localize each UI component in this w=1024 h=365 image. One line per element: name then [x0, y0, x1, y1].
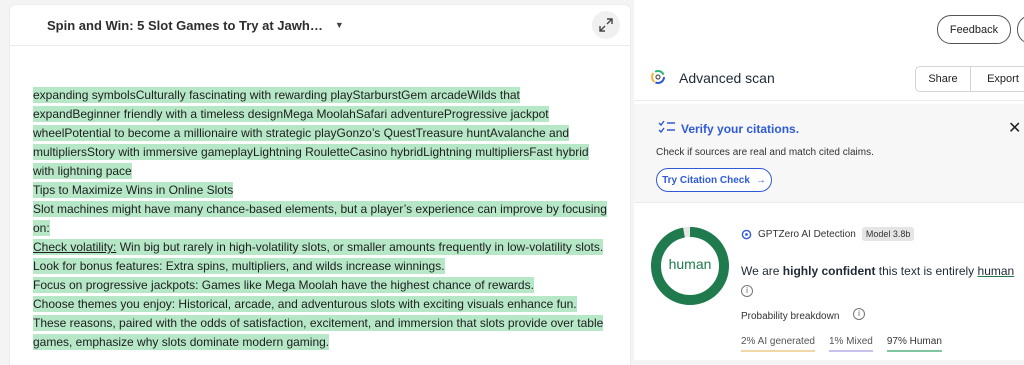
ai-probability: 2% AI generated: [741, 336, 815, 352]
scan-logo-icon: [651, 70, 665, 84]
detector-row: GPTZero AI Detection Model 3.8b: [741, 227, 915, 241]
paragraph-3: Slot machines might have many chance-bas…: [33, 200, 608, 238]
paragraph-2: Tips to Maximize Wins in Online Slots: [33, 181, 608, 200]
document-body: expanding symbolsCulturally fascinating …: [33, 86, 608, 352]
scan-title: Advanced scan: [679, 70, 775, 86]
paragraph-6: Focus on progressive jackpots: Games lik…: [33, 276, 608, 295]
document-panel: Spin and Win: 5 Slot Games to Try at Jaw…: [10, 5, 630, 365]
highlighted-lead-link[interactable]: Check volatility:: [33, 240, 116, 254]
share-export-group: Share Export: [915, 66, 1024, 92]
highlighted-text: Look for bonus features: Extra spins, mu…: [33, 258, 445, 274]
confidence-mid: this text is entirely: [875, 264, 978, 278]
expand-button[interactable]: [592, 11, 620, 39]
human-probability: 97% Human: [886, 336, 942, 352]
export-button[interactable]: Export: [971, 67, 1024, 91]
highlighted-text: Win big but rarely in high-volatility sl…: [116, 240, 604, 254]
close-icon[interactable]: ✕: [1008, 118, 1021, 138]
arrow-right-icon: →: [755, 174, 766, 186]
citation-description: Check if sources are real and match cite…: [656, 147, 874, 158]
paragraph-4: Check volatility: Win big but rarely in …: [33, 238, 608, 257]
try-citation-check-button[interactable]: Try Citation Check →: [656, 168, 772, 192]
citation-button-label: Try Citation Check: [662, 174, 750, 186]
confidence-prefix: We are: [741, 264, 783, 278]
gptzero-logo-icon: [741, 229, 752, 239]
model-badge: Model 3.8b: [861, 227, 915, 241]
highlighted-text: Focus on progressive jackpots: Games lik…: [33, 277, 534, 293]
mixed-probability: 1% Mixed: [828, 336, 873, 352]
donut-label: human: [668, 256, 712, 272]
paragraph-7: Choose themes you enjoy: Historical, arc…: [33, 295, 608, 314]
document-title[interactable]: Spin and Win: 5 Slot Games to Try at Jaw…: [47, 18, 323, 33]
detector-name: GPTZero AI Detection: [758, 228, 856, 240]
highlighted-text: expanding symbolsCulturally fascinating …: [33, 87, 589, 179]
citation-title: Verify your citations.: [681, 122, 800, 136]
feedback-button[interactable]: Feedback: [937, 15, 1011, 44]
highlighted-text: Slot machines might have many chance-bas…: [33, 201, 607, 236]
info-icon[interactable]: i: [853, 308, 865, 320]
paragraph-5: Look for bonus features: Extra spins, mu…: [33, 257, 608, 276]
probability-breakdown-title: Probability breakdown: [741, 311, 840, 322]
document-header: Spin and Win: 5 Slot Games to Try at Jaw…: [10, 5, 630, 46]
probability-breakdown: 2% AI generated 1% Mixed 97% Human: [741, 336, 942, 352]
analysis-panel: Feedback Advanced scan Share Export Veri…: [634, 0, 1024, 360]
highlighted-text: Choose themes you enjoy: Historical, arc…: [33, 296, 577, 312]
partial-button-edge[interactable]: [1017, 15, 1024, 44]
detection-result: human GPTZero AI Detection Model 3.8b We…: [634, 212, 1024, 360]
document-dropdown-icon[interactable]: ▼: [335, 20, 344, 30]
paragraph-8: These reasons, paired with the odds of s…: [33, 314, 608, 352]
paragraph-1: expanding symbolsCulturally fascinating …: [33, 86, 608, 181]
info-icon[interactable]: i: [741, 285, 753, 297]
confidence-result: human: [977, 264, 1015, 278]
confidence-strong: highly confident: [782, 264, 876, 278]
highlighted-text: These reasons, paired with the odds of s…: [33, 315, 604, 350]
checklist-icon: [658, 120, 675, 134]
panel-topbar: Feedback: [634, 0, 1024, 55]
expand-arrows-icon: [599, 18, 613, 32]
citation-callout: Verify your citations. ✕ Check if source…: [634, 104, 1024, 203]
confidence-statement: We are highly confident this text is ent…: [741, 264, 1014, 278]
scan-header: Advanced scan Share Export: [634, 55, 1024, 101]
share-button[interactable]: Share: [916, 67, 971, 91]
highlighted-text: Tips to Maximize Wins in Online Slots: [33, 182, 234, 198]
